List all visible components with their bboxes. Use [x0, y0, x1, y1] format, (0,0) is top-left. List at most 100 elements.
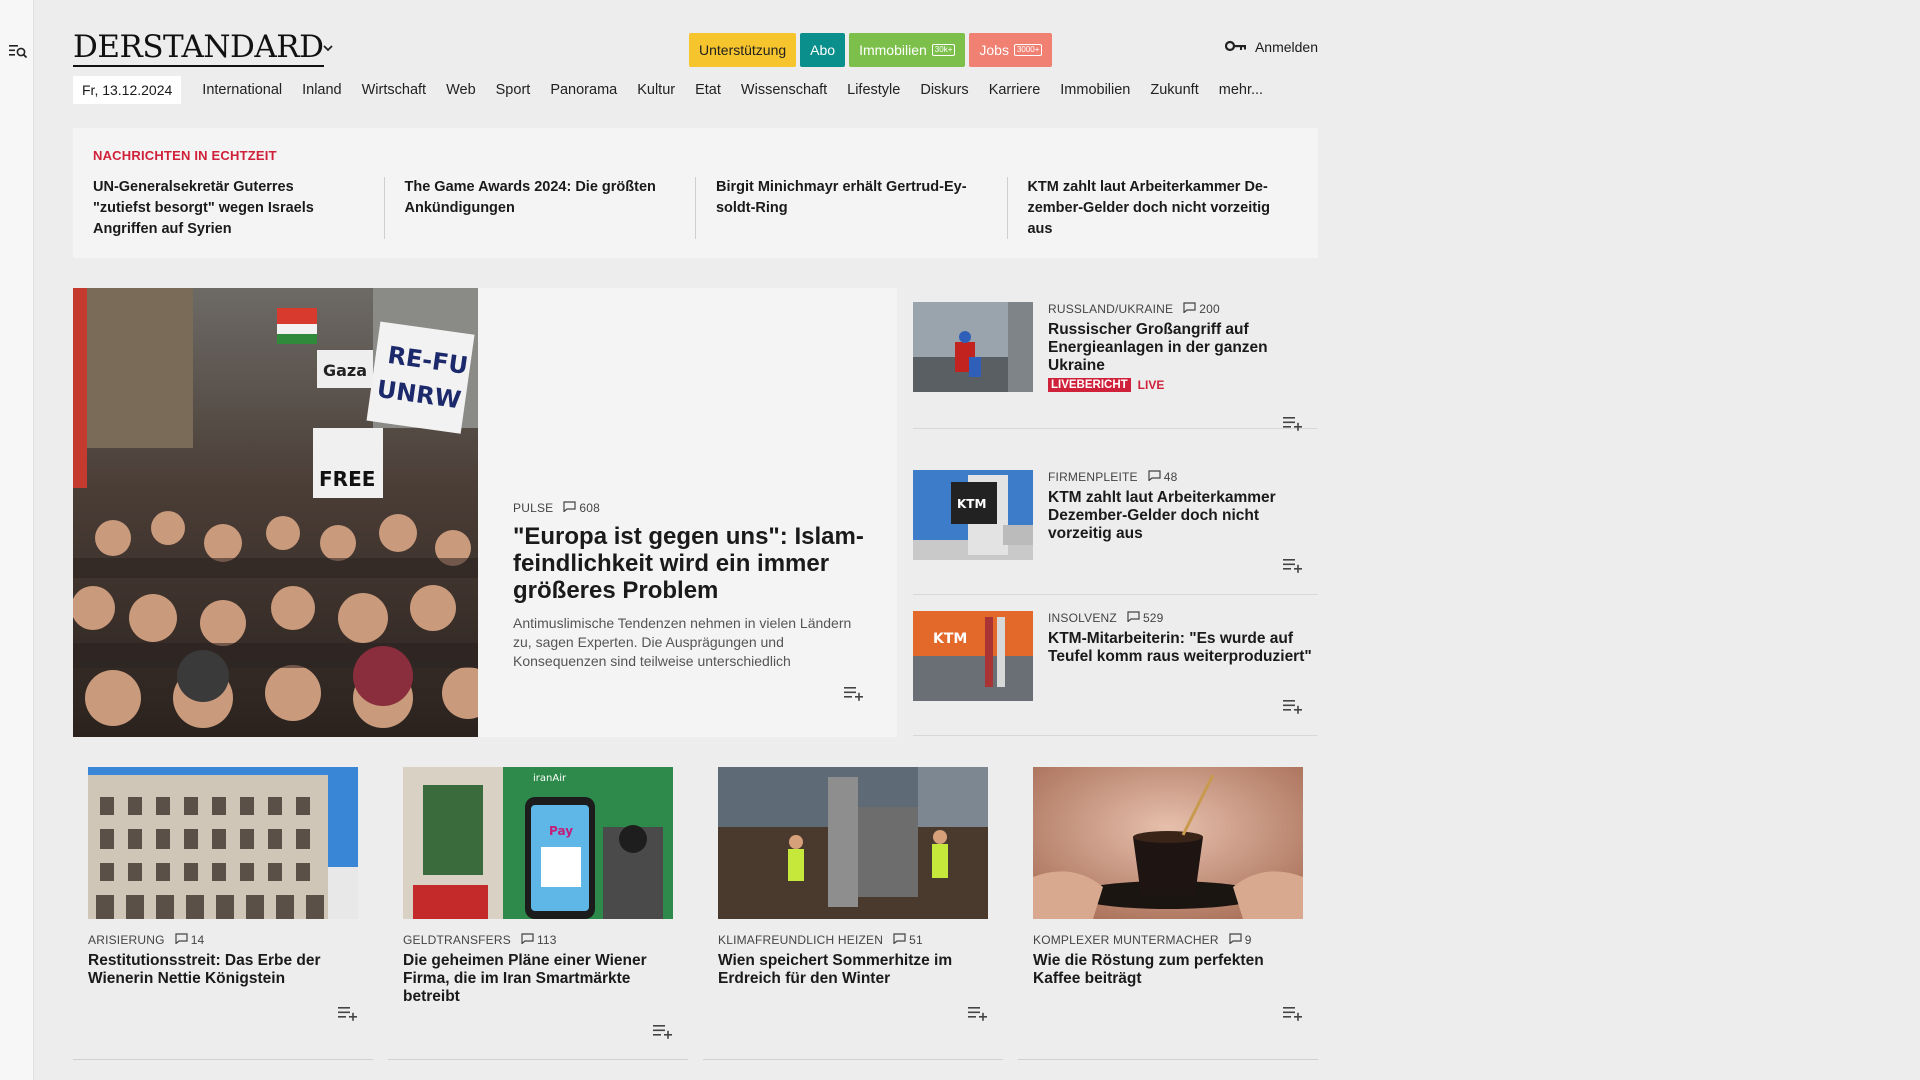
nav-item-inland[interactable]: Inland — [302, 82, 342, 98]
login-button[interactable]: Anmelden — [1224, 39, 1318, 55]
grid-comment-count[interactable]: 14 — [175, 933, 205, 947]
live-news-ticker: NACHRICHTEN IN ECHTZEIT UN-Generalsekret… — [73, 128, 1318, 258]
comment-icon — [563, 501, 576, 515]
support-label: Unterstützung — [699, 42, 787, 58]
ticker-item[interactable]: The Game Awards 2024: Die größten Ankünd… — [404, 177, 675, 240]
side-comment-count[interactable]: 529 — [1127, 611, 1164, 625]
pay-label: Pay — [549, 824, 573, 838]
grid-title[interactable]: Restitutionsstreit: Das Erbe der Wieneri… — [88, 952, 358, 988]
hero-text: PULSE 608 "Europa ist gegen uns": Islam­… — [513, 501, 868, 671]
side-article: KTM FIRMENPLEITE 48 KTM zahlt laut Arbei… — [913, 454, 1318, 595]
side-article-image[interactable]: KTM — [913, 470, 1033, 560]
comment-icon — [175, 933, 188, 947]
grid-kicker-label: GELDTRANSFERS — [403, 933, 511, 947]
grid-article: KLIMAFREUNDLICH HEIZEN 51 Wien speichert… — [703, 767, 1003, 1060]
hero-kicker: PULSE 608 — [513, 501, 868, 515]
side-article-image[interactable] — [913, 302, 1033, 392]
playlist-add-icon[interactable] — [1282, 1005, 1304, 1021]
side-article: KTM INSOLVENZ 529 KTM-Mitarbeiterin: "Es… — [913, 595, 1318, 736]
playlist-add-icon[interactable] — [652, 1023, 674, 1039]
hero-sign-text: Gaza — [323, 361, 367, 380]
nav-item-lifestyle[interactable]: Lifestyle — [847, 82, 900, 98]
immobilien-button[interactable]: Immobilien 30k+ — [849, 33, 966, 67]
login-label: Anmelden — [1254, 39, 1318, 55]
grid-article-image[interactable] — [88, 767, 358, 919]
nav-item-international[interactable]: International — [202, 82, 282, 98]
site-logo[interactable]: DERSTANDARD — [73, 30, 324, 67]
side-comment-count[interactable]: 48 — [1148, 470, 1178, 484]
playlist-add-icon[interactable] — [337, 1005, 359, 1021]
hero-comment-count[interactable]: 608 — [563, 501, 600, 515]
side-comment-value: 48 — [1163, 470, 1178, 484]
support-button[interactable]: Unterstützung — [689, 33, 797, 67]
grid-article: KOMPLEXER MUNTERMACHER 9 Wie die Röstung… — [1018, 767, 1318, 1060]
grid-comment-value: 9 — [1244, 933, 1252, 947]
playlist-add-icon[interactable] — [1282, 557, 1304, 573]
abo-label: Abo — [810, 42, 836, 58]
side-article: RUSSLAND/UKRAINE 200 Russischer Großangr… — [913, 288, 1318, 431]
chevron-down-icon[interactable] — [320, 40, 336, 56]
nav-item-wissenschaft[interactable]: Wissenschaft — [741, 82, 827, 98]
ticker-divider — [383, 177, 385, 239]
hero-comment-value: 608 — [579, 501, 600, 515]
side-title[interactable]: KTM zahlt laut Arbeiterkammer Dezember-G… — [1048, 489, 1313, 543]
site-header: DERSTANDARD Unterstützung Abo Immobilien… — [73, 30, 1318, 70]
ticker-heading: NACHRICHTEN IN ECHTZEIT — [93, 148, 277, 163]
grid-article-text: KLIMAFREUNDLICH HEIZEN 51 Wien speichert… — [718, 933, 988, 988]
nav-item-immobilien[interactable]: Immobilien — [1060, 82, 1130, 98]
grid-comment-count[interactable]: 113 — [521, 933, 557, 947]
side-kicker: RUSSLAND/UKRAINE 200 — [1048, 302, 1313, 316]
nav-item-panorama[interactable]: Panorama — [550, 82, 617, 98]
nav-item-diskurs[interactable]: Diskurs — [920, 82, 968, 98]
ticker-item[interactable]: KTM zahlt laut Arbeiterkammer De­zember-… — [1027, 177, 1298, 240]
nav-item-karriere[interactable]: Karriere — [989, 82, 1041, 98]
playlist-add-icon[interactable] — [1282, 698, 1304, 714]
abo-button[interactable]: Abo — [800, 33, 846, 67]
grid-article-image[interactable] — [1033, 767, 1303, 919]
grid-kicker-label: KLIMAFREUNDLICH HEIZEN — [718, 933, 884, 947]
nav-item-etat[interactable]: Etat — [695, 82, 721, 98]
ticker-item[interactable]: Birgit Minichmayr erhält Gertrud-Ey­sold… — [716, 177, 987, 240]
side-article-image[interactable]: KTM — [913, 611, 1033, 701]
key-icon — [1224, 39, 1247, 55]
live-text: LIVE — [1137, 378, 1165, 392]
nav-item-more[interactable]: mehr... — [1219, 82, 1263, 98]
search-menu-icon[interactable] — [8, 42, 28, 60]
grid-comment-count[interactable]: 9 — [1229, 933, 1252, 947]
grid-title[interactable]: Wie die Röstung zum perfekten Kaffee bei… — [1033, 952, 1303, 988]
comment-icon — [1183, 302, 1196, 316]
hero-kicker-label: PULSE — [513, 501, 554, 515]
playlist-add-icon[interactable] — [1282, 415, 1304, 431]
immobilien-label: Immobilien — [859, 42, 927, 58]
ticker-item[interactable]: UN-Generalsekretär Guterres "zutiefst be… — [93, 177, 364, 240]
current-date: Fr, 13.12.2024 — [73, 76, 182, 104]
grid-article-image[interactable]: Pay iranAir — [403, 767, 673, 919]
playlist-add-icon[interactable] — [967, 1005, 989, 1021]
grid-kicker: KLIMAFREUNDLICH HEIZEN 51 — [718, 933, 988, 947]
nav-item-web[interactable]: Web — [446, 82, 476, 98]
grid-title[interactable]: Wien speichert Sommerhitze im Erdreich f… — [718, 952, 988, 988]
side-kicker-label: FIRMENPLEITE — [1048, 470, 1138, 484]
side-comment-count[interactable]: 200 — [1183, 302, 1220, 316]
comment-icon — [1127, 611, 1140, 625]
nav-item-kultur[interactable]: Kultur — [637, 82, 675, 98]
grid-article-text: KOMPLEXER MUNTERMACHER 9 Wie die Röstung… — [1033, 933, 1303, 988]
airline-label: iranAir — [533, 773, 567, 784]
nav-item-sport[interactable]: Sport — [496, 82, 531, 98]
hero-title[interactable]: "Europa ist gegen uns": Islam­feindlichk… — [513, 523, 868, 604]
side-title[interactable]: Russischer Großangriff auf Energieanlage… — [1048, 321, 1313, 375]
nav-item-zukunft[interactable]: Zukunft — [1150, 82, 1198, 98]
side-kicker: INSOLVENZ 529 — [1048, 611, 1313, 625]
grid-comment-value: 113 — [536, 933, 557, 947]
hero-image[interactable]: RE-FU UNRW Gaza FREE — [73, 288, 478, 737]
nav-item-wirtschaft[interactable]: Wirtschaft — [362, 82, 426, 98]
side-title[interactable]: KTM-Mitarbeiterin: "Es wurde auf Teufel … — [1048, 630, 1313, 666]
side-comment-value: 200 — [1199, 302, 1220, 316]
grid-title[interactable]: Die geheimen Pläne einer Wiener Firma, d… — [403, 952, 673, 1006]
hero-sign-text: FREE — [319, 467, 375, 491]
grid-article-image[interactable] — [718, 767, 988, 919]
jobs-button[interactable]: Jobs 3000+ — [969, 33, 1053, 67]
grid-comment-count[interactable]: 51 — [893, 933, 923, 947]
playlist-add-icon[interactable] — [843, 685, 865, 701]
grid-kicker-label: KOMPLEXER MUNTERMACHER — [1033, 933, 1219, 947]
